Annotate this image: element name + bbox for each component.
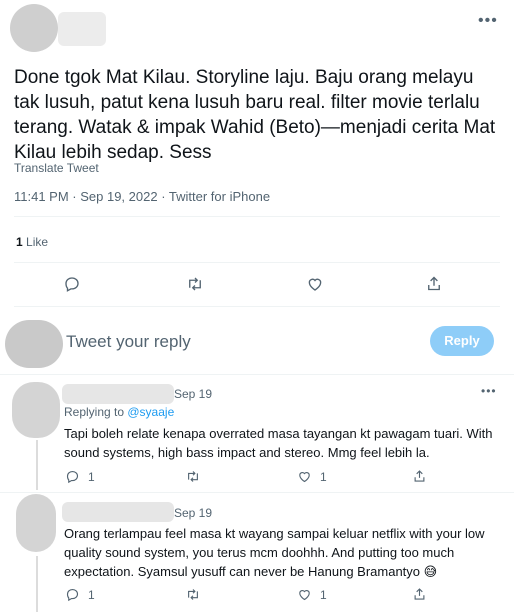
divider xyxy=(14,216,500,217)
like-count: 1 xyxy=(320,469,327,484)
like-button[interactable] xyxy=(306,275,324,293)
tweet-text: Done tgok Mat Kilau. Storyline laju. Baj… xyxy=(14,67,496,163)
replying-to: Replying to @syaaje xyxy=(64,405,174,419)
reply-more-button[interactable]: ••• xyxy=(481,384,497,398)
share-button[interactable] xyxy=(425,274,443,293)
reply-text: Orang terlampau feel masa kt wayang samp… xyxy=(64,526,485,579)
share-icon xyxy=(414,470,425,482)
retweet-icon xyxy=(189,277,201,291)
reply-button[interactable] xyxy=(63,275,81,293)
reply-icon xyxy=(65,277,79,292)
reply-icon xyxy=(66,588,79,602)
tweet-more-button[interactable]: ••• xyxy=(478,12,498,30)
reply-avatar[interactable] xyxy=(16,494,56,552)
divider xyxy=(14,306,500,307)
reply-input[interactable]: Tweet your reply xyxy=(66,332,191,352)
reply-share-button[interactable] xyxy=(412,468,427,484)
share-icon xyxy=(428,276,440,291)
divider xyxy=(0,374,514,375)
share-icon xyxy=(414,588,425,600)
reply-author-name[interactable] xyxy=(62,384,174,404)
reply-reply-button[interactable]: 1 xyxy=(65,587,95,602)
reply-retweet-button[interactable] xyxy=(185,469,201,484)
retweet-icon xyxy=(188,589,198,600)
like-icon xyxy=(299,472,310,483)
reply-count: 1 xyxy=(88,587,95,602)
author-name[interactable] xyxy=(58,12,106,46)
reply-author-name[interactable] xyxy=(62,502,174,522)
more-icon: ••• xyxy=(478,12,498,29)
reply-date[interactable]: Sep 19 xyxy=(174,506,212,520)
thread-line xyxy=(36,440,38,490)
reply-retweet-button[interactable] xyxy=(185,587,201,602)
like-count: 1 xyxy=(320,587,327,602)
thread-line xyxy=(36,556,38,612)
reply-date[interactable]: Sep 19 xyxy=(174,387,212,401)
replying-to-label: Replying to xyxy=(64,405,128,419)
like-icon xyxy=(299,590,310,601)
reply-avatar[interactable] xyxy=(12,382,60,438)
reply-like-button[interactable]: 1 xyxy=(297,469,327,484)
reply-like-button[interactable]: 1 xyxy=(297,587,327,602)
composer-avatar xyxy=(5,320,63,368)
translate-tweet-link[interactable]: Translate Tweet xyxy=(14,161,99,175)
author-avatar[interactable] xyxy=(10,4,58,52)
reply-submit-button[interactable]: Reply xyxy=(430,326,494,356)
divider xyxy=(0,492,514,493)
like-icon xyxy=(308,278,322,291)
reply-text: Tapi boleh relate kenapa overrated masa … xyxy=(64,426,493,460)
more-icon: ••• xyxy=(481,384,497,398)
reply-reply-button[interactable]: 1 xyxy=(65,469,95,484)
tweet-likes-stat[interactable]: 1 Like xyxy=(16,235,48,249)
replying-to-handle[interactable]: @syaaje xyxy=(127,405,174,419)
likes-count: 1 xyxy=(16,235,23,249)
reply-share-button[interactable] xyxy=(412,586,427,602)
reply-count: 1 xyxy=(88,469,95,484)
retweet-icon xyxy=(188,471,198,482)
tweet-timestamp[interactable]: 11:41 PM · Sep 19, 2022 · Twitter for iP… xyxy=(14,189,270,204)
likes-label: Like xyxy=(26,235,49,249)
retweet-button[interactable] xyxy=(185,275,205,293)
divider xyxy=(14,262,500,263)
reply-icon xyxy=(66,470,79,484)
